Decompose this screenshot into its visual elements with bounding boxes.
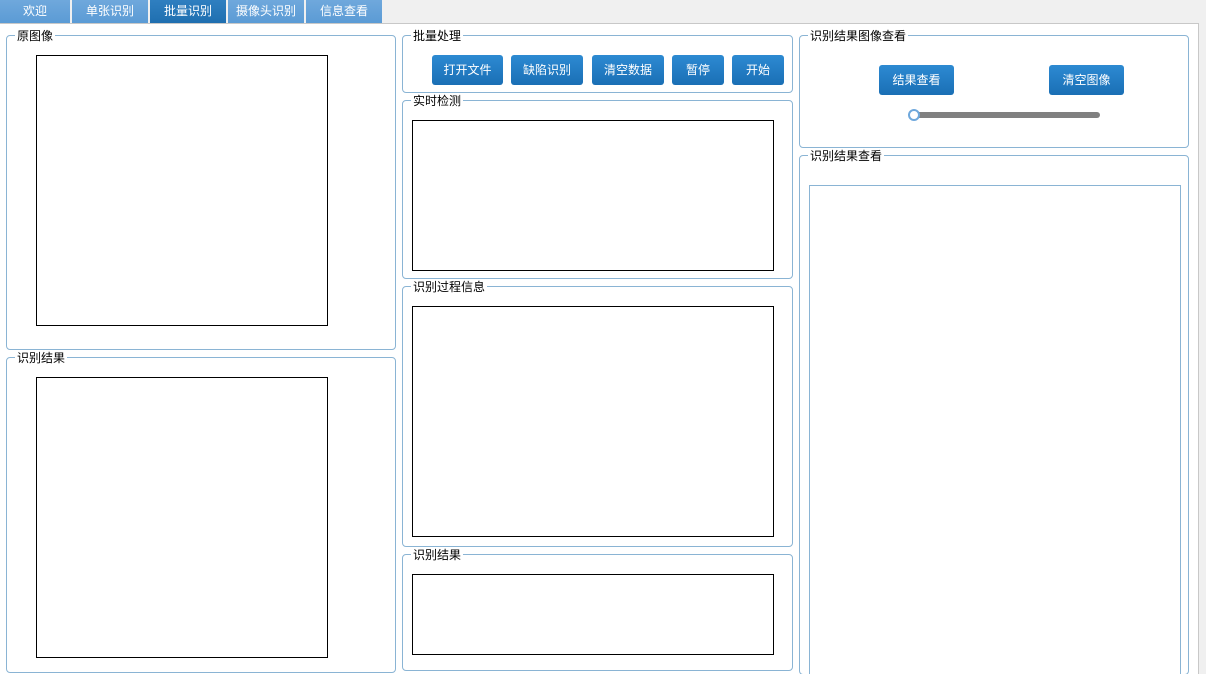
- clear-image-button[interactable]: 清空图像: [1049, 65, 1124, 95]
- result-image-view-title: 识别结果图像查看: [808, 29, 909, 43]
- open-file-button[interactable]: 打开文件: [432, 55, 503, 85]
- process-info-log: [412, 306, 774, 537]
- mid-result-title: 识别结果: [411, 548, 464, 562]
- result-image-view-group: 识别结果图像查看 结果查看 清空图像: [799, 29, 1189, 148]
- realtime-detect-title: 实时检测: [411, 94, 464, 108]
- tab-single-recognition[interactable]: 单张识别: [72, 0, 148, 23]
- left-result-title: 识别结果: [15, 351, 68, 365]
- process-info-group: 识别过程信息: [402, 280, 793, 547]
- result-view-group: 识别结果查看: [799, 149, 1189, 674]
- defect-detect-button[interactable]: 缺陷识别: [511, 55, 583, 85]
- tab-info-view[interactable]: 信息查看: [306, 0, 382, 23]
- tab-bar: 欢迎 单张识别 批量识别 摄像头识别 信息查看: [0, 0, 384, 23]
- realtime-detect-view: [412, 120, 774, 271]
- image-slider-handle[interactable]: [908, 109, 920, 121]
- original-image-view: [36, 55, 328, 326]
- batch-process-title: 批量处理: [411, 29, 464, 43]
- tab-camera-recognition[interactable]: 摄像头识别: [228, 0, 304, 23]
- pause-button[interactable]: 暂停: [672, 55, 724, 85]
- tab-batch-recognition[interactable]: 批量识别: [150, 0, 226, 23]
- original-image-title: 原图像: [15, 29, 56, 43]
- realtime-detect-group: 实时检测: [402, 94, 793, 279]
- mid-result-group: 识别结果: [402, 548, 793, 671]
- original-image-group: 原图像: [6, 29, 396, 350]
- mid-result-output: [412, 574, 774, 655]
- result-view-title: 识别结果查看: [808, 149, 885, 163]
- image-slider-track[interactable]: [913, 112, 1100, 118]
- result-view-area: [809, 185, 1181, 674]
- process-info-title: 识别过程信息: [411, 280, 488, 294]
- view-result-button[interactable]: 结果查看: [879, 65, 954, 95]
- start-button[interactable]: 开始: [732, 55, 784, 85]
- main-panel: 原图像 识别结果 批量处理 打开文件 缺陷识别 清空数据 暂停 开始 实时检测 …: [0, 23, 1199, 674]
- app-window: 欢迎 单张识别 批量识别 摄像头识别 信息查看 原图像 识别结果 批量处理 打开…: [0, 0, 1206, 674]
- batch-process-group: 批量处理 打开文件 缺陷识别 清空数据 暂停 开始: [402, 29, 793, 93]
- result-image-view: [36, 377, 328, 658]
- tab-welcome[interactable]: 欢迎: [0, 0, 70, 23]
- left-result-group: 识别结果: [6, 351, 396, 673]
- clear-data-button[interactable]: 清空数据: [592, 55, 664, 85]
